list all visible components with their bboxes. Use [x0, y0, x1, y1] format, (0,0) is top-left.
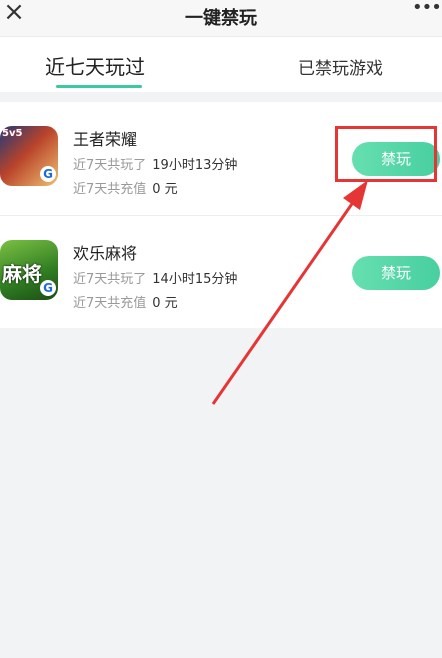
- annotation-arrow-icon: [211, 180, 368, 405]
